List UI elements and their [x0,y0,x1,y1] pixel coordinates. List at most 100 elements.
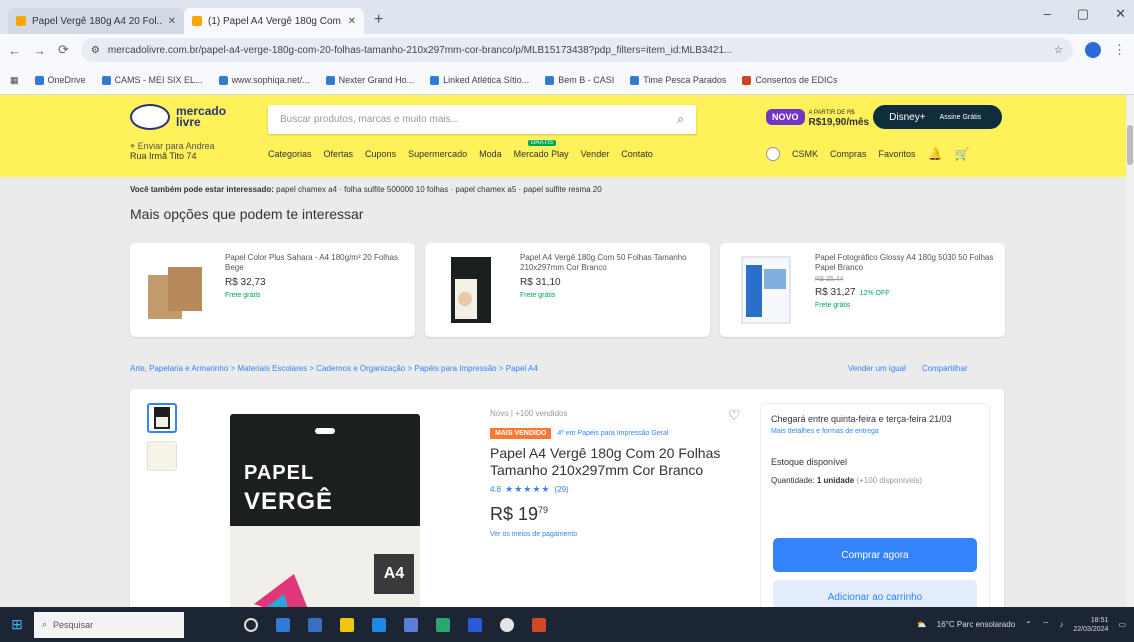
user-name[interactable]: CSMK [792,149,818,159]
bookmark-item[interactable]: OneDrive [34,75,86,85]
powerpoint-icon[interactable] [532,617,546,632]
back-button[interactable]: ← [8,43,21,58]
clock[interactable]: 18:51 22/03/2024 [1073,616,1108,634]
tab-strip: Papel Vergê 180g A4 20 Fol... ✕ (1) Pape… [0,0,1134,34]
network-icon[interactable]: ⌔ [1042,620,1050,630]
nav-contato[interactable]: Contato [621,149,653,159]
mail-icon[interactable] [372,617,386,632]
bookmark-item[interactable]: Time Pesca Parados [630,75,726,85]
store-icon[interactable] [308,617,322,632]
nav-categorias[interactable]: Categorias [268,149,312,159]
browser-toolbar: ← → ⟳ ⚙ mercadolivre.com.br/papel-a4-ver… [0,34,1134,66]
profile-avatar[interactable] [1085,42,1101,58]
bookmark-star-icon[interactable]: ☆ [1054,45,1063,56]
avatar[interactable] [766,147,780,161]
chrome-icon[interactable] [500,617,514,632]
recommendation-card[interactable]: Papel Fotográfico Glossy A4 180g 5030 50… [720,243,1005,337]
nav-ofertas[interactable]: Ofertas [324,149,354,159]
page-content: Você também pode estar interessado: pape… [0,177,1126,607]
close-window-button[interactable]: ✕ [1115,6,1126,22]
bookmark-item[interactable]: www.sophiqa.net/... [218,75,310,85]
nav-supermercado[interactable]: Supermercado [408,149,467,159]
bookmark-item[interactable]: CAMS - MEI SIX EL... [101,75,203,85]
address-bar[interactable]: ⚙ mercadolivre.com.br/papel-a4-verge-180… [80,38,1073,62]
buy-now-button[interactable]: Comprar agora [773,538,977,572]
search-icon[interactable]: ⌕ [677,112,684,127]
maximize-button[interactable]: ▢ [1077,6,1089,22]
breadcrumb[interactable]: Arte, Papelaria e Armarinho > Materiais … [130,364,538,373]
search-input[interactable]: Buscar produtos, marcas e muito mais... … [268,105,696,134]
scrollbar-thumb[interactable] [1127,125,1133,165]
nav-moda[interactable]: Moda [479,149,502,159]
word-icon[interactable] [468,617,482,632]
handshake-logo-icon [130,104,170,130]
tray-chevron-icon[interactable]: ⌃ [1025,620,1032,629]
new-tab-button[interactable]: + [364,11,393,34]
browser-chrome: Papel Vergê 180g A4 20 Fol... ✕ (1) Pape… [0,0,1134,95]
excel-icon[interactable] [436,617,450,632]
volume-icon[interactable]: ♪ [1059,620,1063,629]
notifications-bell-icon[interactable]: 🔔 [928,147,943,161]
recommendation-cards: Papel Color Plus Sahara - A4 180g/m² 20 … [130,243,1005,337]
page-scrollbar[interactable] [1126,95,1134,607]
recommendation-card[interactable]: Papel Color Plus Sahara - A4 180g/m² 20 … [130,243,415,337]
recommendation-card[interactable]: Papel A4 Vergê 180g Com 50 Folhas Tamanh… [425,243,710,337]
delivery-options-link[interactable]: Mais detalhes e formas de entrega [771,428,979,435]
minimize-button[interactable]: – [1044,6,1051,22]
bookmark-item[interactable]: Nexter Grand Ho... [325,75,414,85]
card-price: R$ 32,73 [225,277,266,288]
notifications-icon[interactable]: ▭ [1118,620,1126,629]
weather-text[interactable]: 16°C Parc ensolarado [937,620,1015,629]
product-condition: Novo | +100 vendidos [490,409,568,418]
payment-methods-link[interactable]: Ver os meios de pagamento [490,531,730,538]
bookmark-favicon-icon [101,75,111,85]
best-seller-rank[interactable]: 4º em Papéis para Impressão Geral [557,430,668,437]
window-controls: – ▢ ✕ [1044,6,1126,22]
add-to-cart-button[interactable]: Adicionar ao carrinho [773,580,977,607]
user-link-compras[interactable]: Compras [830,149,867,159]
nav-mercado-play[interactable]: GRÁTIS Mercado Play [514,140,569,159]
gallery-thumbnail[interactable] [147,403,177,433]
task-view-icon[interactable] [244,617,258,632]
tab-close-icon[interactable]: ✕ [168,16,176,27]
nav-cupons[interactable]: Cupons [365,149,396,159]
delivery-location[interactable]: ⌖ Enviar para Andrea Rua Irmã Tito 74 [130,141,215,161]
bookmark-item[interactable]: Bem B - CASI [545,75,614,85]
sell-similar-link[interactable]: Vender um igual [848,364,906,373]
file-explorer-icon[interactable] [340,617,354,632]
system-tray: ⛅ 16°C Parc ensolarado ⌃ ⌔ ♪ 18:51 22/03… [917,616,1134,634]
weather-icon[interactable]: ⛅ [917,620,927,629]
bookmark-item[interactable]: Linked Atlética Sítio... [430,75,529,85]
user-menu: CSMK Compras Favoritos 🔔 🛒 [766,147,969,161]
edge-icon[interactable] [276,617,290,632]
tab-close-icon[interactable]: ✕ [348,16,356,27]
tab-inactive[interactable]: Papel Vergê 180g A4 20 Fol... ✕ [8,8,184,34]
gallery-thumbnail[interactable] [147,441,177,471]
disney-promo-banner[interactable]: NOVO A PARTIR DE R$ R$19,90/mês Disney+ As… [766,104,1002,130]
forward-button[interactable]: → [33,43,46,58]
site-info-icon[interactable]: ⚙ [91,45,100,56]
package-hook [315,428,335,434]
quantity-selector[interactable]: Quantidade: 1 unidade (+100 disponíveis) [771,476,979,485]
user-link-favoritos[interactable]: Favoritos [879,149,916,159]
windows-start-icon[interactable]: ⊞ [0,616,34,633]
menu-kebab-icon[interactable]: ⋮ [1113,42,1126,58]
rating-count: (29) [554,485,569,494]
qty-label: Quantidade: [771,476,815,485]
card-price: R$ 31,27 [815,287,856,298]
tab-active[interactable]: (1) Papel A4 Vergê 180g Com... ✕ [184,8,364,34]
product-main-image[interactable]: PAPEL VERGÊ A4 [230,414,420,607]
bookmark-item[interactable]: Consertos de EDICs [742,75,837,85]
rating[interactable]: 4.8 ★★★★★ (29) [490,484,730,495]
cart-icon[interactable]: 🛒 [955,147,970,161]
card-title: Papel A4 Vergê 180g Com 50 Folhas Tamanh… [520,253,687,272]
taskbar-search[interactable]: ⌕ Pesquisar [34,611,184,638]
apps-grid-icon[interactable]: ▦ [10,75,19,86]
location-line1: Enviar para Andrea [137,141,215,151]
share-link[interactable]: Compartilhar [922,364,968,373]
teams-icon[interactable] [404,617,418,632]
related-links[interactable]: papel chamex a4 · folha sulfite 500000 1… [276,185,602,194]
reload-button[interactable]: ⟳ [58,42,69,58]
nav-vender[interactable]: Vender [581,149,610,159]
mercadolivre-logo[interactable]: mercado livre [130,104,226,130]
